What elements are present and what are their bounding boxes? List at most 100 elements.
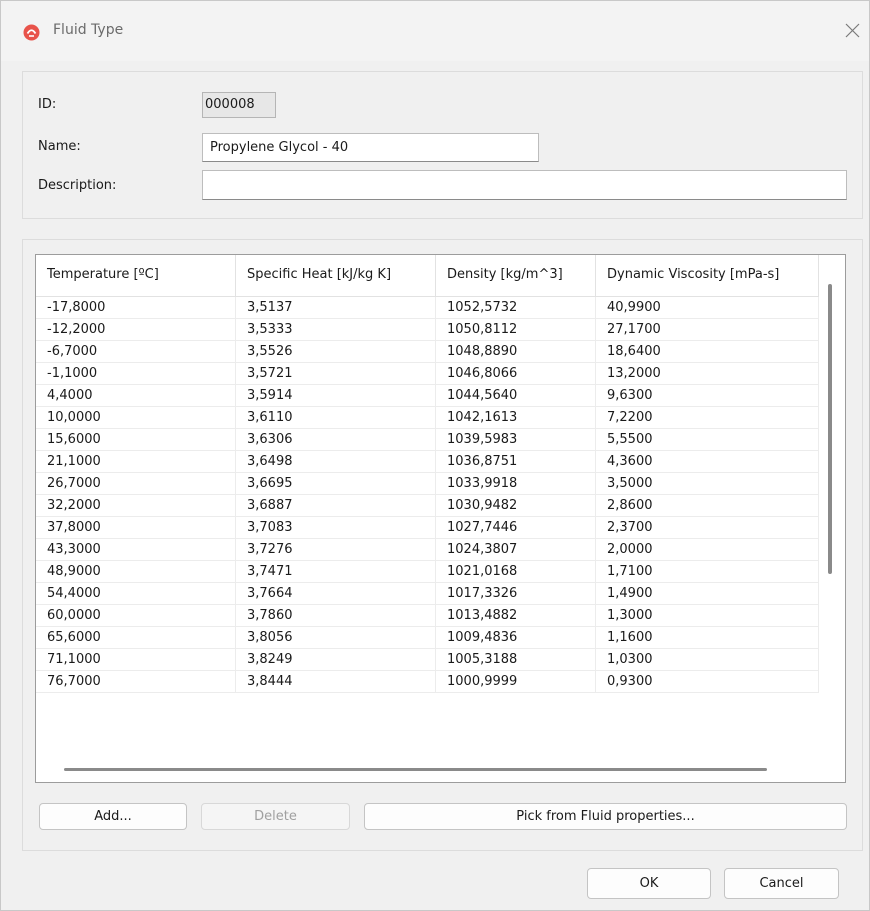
table-cell-specific-heat[interactable]: 3,5333: [236, 319, 436, 340]
table-cell-specific-heat[interactable]: 3,6498: [236, 451, 436, 472]
table-cell-specific-heat[interactable]: 3,5914: [236, 385, 436, 406]
table-cell-specific-heat[interactable]: 3,6306: [236, 429, 436, 450]
table-row[interactable]: 21,1000 3,6498 1036,8751 4,3600: [36, 451, 819, 473]
table-cell-specific-heat[interactable]: 3,7471: [236, 561, 436, 582]
table-cell-dynamic-viscosity[interactable]: 13,2000: [596, 363, 819, 384]
table-cell-dynamic-viscosity[interactable]: 27,1700: [596, 319, 819, 340]
table-cell-dynamic-viscosity[interactable]: 2,8600: [596, 495, 819, 516]
table-cell-density[interactable]: 1021,0168: [436, 561, 596, 582]
table-cell-density[interactable]: 1009,4836: [436, 627, 596, 648]
table-cell-density[interactable]: 1039,5983: [436, 429, 596, 450]
table-cell-density[interactable]: 1024,3807: [436, 539, 596, 560]
table-cell-density[interactable]: 1036,8751: [436, 451, 596, 472]
table-row[interactable]: 48,9000 3,7471 1021,0168 1,7100: [36, 561, 819, 583]
table-cell-temperature[interactable]: -17,8000: [36, 297, 236, 318]
table-cell-specific-heat[interactable]: 3,5721: [236, 363, 436, 384]
table-cell-density[interactable]: 1030,9482: [436, 495, 596, 516]
vertical-scrollbar[interactable]: [828, 284, 832, 574]
table-cell-specific-heat[interactable]: 3,7083: [236, 517, 436, 538]
table-cell-temperature[interactable]: 43,3000: [36, 539, 236, 560]
table-row[interactable]: 43,3000 3,7276 1024,3807 2,0000: [36, 539, 819, 561]
column-header-dynamic-viscosity[interactable]: Dynamic Viscosity [mPa-s]: [596, 255, 819, 296]
table-cell-dynamic-viscosity[interactable]: 1,0300: [596, 649, 819, 670]
table-cell-dynamic-viscosity[interactable]: 1,7100: [596, 561, 819, 582]
column-header-density[interactable]: Density [kg/m^3]: [436, 255, 596, 296]
table-cell-specific-heat[interactable]: 3,8249: [236, 649, 436, 670]
table-row[interactable]: 26,7000 3,6695 1033,9918 3,5000: [36, 473, 819, 495]
table-cell-density[interactable]: 1033,9918: [436, 473, 596, 494]
table-cell-specific-heat[interactable]: 3,6887: [236, 495, 436, 516]
table-cell-temperature[interactable]: 37,8000: [36, 517, 236, 538]
table-cell-dynamic-viscosity[interactable]: 4,3600: [596, 451, 819, 472]
table-cell-temperature[interactable]: 76,7000: [36, 671, 236, 692]
table-cell-specific-heat[interactable]: 3,8444: [236, 671, 436, 692]
horizontal-scrollbar[interactable]: [64, 768, 767, 771]
table-cell-temperature[interactable]: 4,4000: [36, 385, 236, 406]
table-cell-dynamic-viscosity[interactable]: 18,6400: [596, 341, 819, 362]
table-cell-dynamic-viscosity[interactable]: 2,0000: [596, 539, 819, 560]
table-cell-specific-heat[interactable]: 3,6110: [236, 407, 436, 428]
title-bar[interactable]: Fluid Type: [1, 1, 869, 61]
table-cell-specific-heat[interactable]: 3,7664: [236, 583, 436, 604]
table-cell-dynamic-viscosity[interactable]: 1,1600: [596, 627, 819, 648]
table-cell-temperature[interactable]: 26,7000: [36, 473, 236, 494]
table-cell-density[interactable]: 1042,1613: [436, 407, 596, 428]
table-cell-temperature[interactable]: -6,7000: [36, 341, 236, 362]
table-cell-temperature[interactable]: -12,2000: [36, 319, 236, 340]
table-cell-dynamic-viscosity[interactable]: 9,6300: [596, 385, 819, 406]
table-cell-dynamic-viscosity[interactable]: 1,3000: [596, 605, 819, 626]
table-row[interactable]: 32,2000 3,6887 1030,9482 2,8600: [36, 495, 819, 517]
pick-from-fluid-properties-button[interactable]: Pick from Fluid properties...: [364, 803, 847, 830]
table-row[interactable]: -1,1000 3,5721 1046,8066 13,2000: [36, 363, 819, 385]
table-cell-dynamic-viscosity[interactable]: 40,9900: [596, 297, 819, 318]
table-cell-density[interactable]: 1005,3188: [436, 649, 596, 670]
column-header-temperature[interactable]: Temperature [ºC]: [36, 255, 236, 296]
fluid-properties-table[interactable]: Temperature [ºC] Specific Heat [kJ/kg K]…: [35, 254, 846, 783]
table-cell-dynamic-viscosity[interactable]: 1,4900: [596, 583, 819, 604]
table-cell-temperature[interactable]: 48,9000: [36, 561, 236, 582]
delete-button[interactable]: Delete: [201, 803, 350, 830]
table-cell-density[interactable]: 1050,8112: [436, 319, 596, 340]
description-input[interactable]: [202, 170, 847, 200]
table-cell-temperature[interactable]: 65,6000: [36, 627, 236, 648]
table-cell-density[interactable]: 1000,9999: [436, 671, 596, 692]
table-cell-temperature[interactable]: 32,2000: [36, 495, 236, 516]
table-cell-density[interactable]: 1017,3326: [436, 583, 596, 604]
ok-button[interactable]: OK: [587, 868, 711, 899]
close-icon[interactable]: [837, 15, 869, 47]
table-cell-temperature[interactable]: 15,6000: [36, 429, 236, 450]
table-cell-density[interactable]: 1027,7446: [436, 517, 596, 538]
table-cell-temperature[interactable]: 54,4000: [36, 583, 236, 604]
table-cell-dynamic-viscosity[interactable]: 3,5000: [596, 473, 819, 494]
column-header-specific-heat[interactable]: Specific Heat [kJ/kg K]: [236, 255, 436, 296]
table-cell-temperature[interactable]: 10,0000: [36, 407, 236, 428]
table-cell-specific-heat[interactable]: 3,8056: [236, 627, 436, 648]
table-row[interactable]: 54,4000 3,7664 1017,3326 1,4900: [36, 583, 819, 605]
table-cell-temperature[interactable]: 21,1000: [36, 451, 236, 472]
table-cell-density[interactable]: 1048,8890: [436, 341, 596, 362]
table-row[interactable]: -12,2000 3,5333 1050,8112 27,1700: [36, 319, 819, 341]
table-cell-temperature[interactable]: 60,0000: [36, 605, 236, 626]
table-cell-dynamic-viscosity[interactable]: 2,3700: [596, 517, 819, 538]
table-cell-specific-heat[interactable]: 3,5526: [236, 341, 436, 362]
table-cell-temperature[interactable]: -1,1000: [36, 363, 236, 384]
table-row[interactable]: 65,6000 3,8056 1009,4836 1,1600: [36, 627, 819, 649]
table-cell-density[interactable]: 1013,4882: [436, 605, 596, 626]
table-cell-density[interactable]: 1052,5732: [436, 297, 596, 318]
table-cell-specific-heat[interactable]: 3,7860: [236, 605, 436, 626]
add-button[interactable]: Add...: [39, 803, 187, 830]
table-cell-dynamic-viscosity[interactable]: 0,9300: [596, 671, 819, 692]
table-cell-density[interactable]: 1044,5640: [436, 385, 596, 406]
table-row[interactable]: 76,7000 3,8444 1000,9999 0,9300: [36, 671, 819, 693]
table-cell-specific-heat[interactable]: 3,5137: [236, 297, 436, 318]
table-row[interactable]: 71,1000 3,8249 1005,3188 1,0300: [36, 649, 819, 671]
table-row[interactable]: 4,4000 3,5914 1044,5640 9,6300: [36, 385, 819, 407]
table-row[interactable]: -6,7000 3,5526 1048,8890 18,6400: [36, 341, 819, 363]
table-cell-dynamic-viscosity[interactable]: 5,5500: [596, 429, 819, 450]
table-cell-dynamic-viscosity[interactable]: 7,2200: [596, 407, 819, 428]
table-cell-density[interactable]: 1046,8066: [436, 363, 596, 384]
table-row[interactable]: 60,0000 3,7860 1013,4882 1,3000: [36, 605, 819, 627]
cancel-button[interactable]: Cancel: [724, 868, 839, 899]
table-row[interactable]: 37,8000 3,7083 1027,7446 2,3700: [36, 517, 819, 539]
table-cell-temperature[interactable]: 71,1000: [36, 649, 236, 670]
